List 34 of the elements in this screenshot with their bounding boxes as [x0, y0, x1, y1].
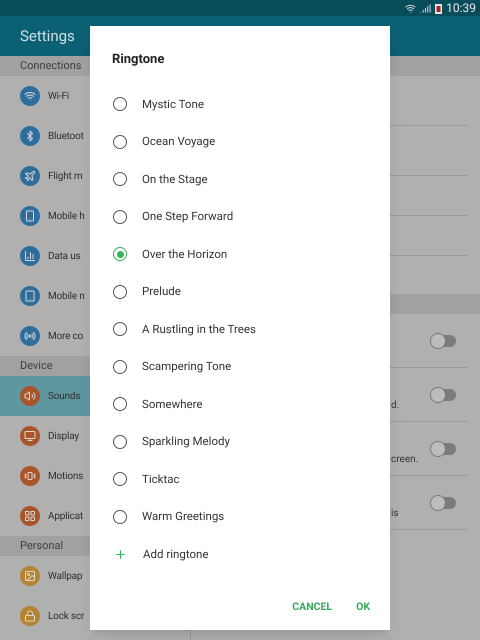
- sidebar-label: Bluetoot: [48, 130, 84, 144]
- ringtone-name: Somewhere: [142, 396, 203, 413]
- ringtone-name: On the Stage: [142, 170, 208, 188]
- sidebar-label: Motions: [48, 470, 84, 484]
- row-text: d.: [391, 399, 400, 413]
- sidebar-label: Mobile n: [48, 290, 85, 304]
- sidebar-label: Data us: [48, 250, 80, 264]
- app-title: Settings: [20, 26, 75, 47]
- section-title: Device: [20, 358, 53, 374]
- ringtone-name: Mystic Tone: [142, 96, 204, 113]
- ringtone-name: Scampering Tone: [142, 358, 232, 376]
- sidebar-label: Applicat: [48, 510, 83, 524]
- ringtone-name: Prelude: [142, 283, 181, 300]
- sidebar-label: Mobile h: [48, 210, 85, 224]
- ringtone-name: Sparkling Melody: [142, 433, 230, 450]
- sidebar-label: Wi-Fi: [48, 90, 70, 104]
- section-title: Connections: [20, 58, 82, 74]
- sidebar-label: Sounds: [48, 390, 80, 404]
- ringtone-name: Ocean Voyage: [142, 133, 216, 150]
- ringtone-name: A Rustling in the Trees: [142, 320, 256, 338]
- dialog-title: Ringtone: [111, 51, 166, 69]
- ringtone-name: Warm Greetings: [142, 508, 224, 526]
- sidebar-label: More co: [48, 330, 84, 344]
- sidebar-label: Display: [48, 430, 79, 444]
- row-text: creen.: [391, 453, 418, 467]
- sidebar-label: Wallpap: [48, 570, 82, 584]
- row-text: is: [391, 507, 399, 521]
- clock: 10:39: [446, 0, 476, 17]
- sidebar-label: Lock scr: [48, 610, 84, 624]
- ringtone-name: One Step Forward: [142, 208, 234, 226]
- ringtone-name: Over the Horizon: [142, 246, 228, 263]
- section-title: Personal: [20, 538, 64, 554]
- ringtone-name: Ticktac: [142, 470, 180, 488]
- sidebar-label: Flight m: [48, 170, 82, 184]
